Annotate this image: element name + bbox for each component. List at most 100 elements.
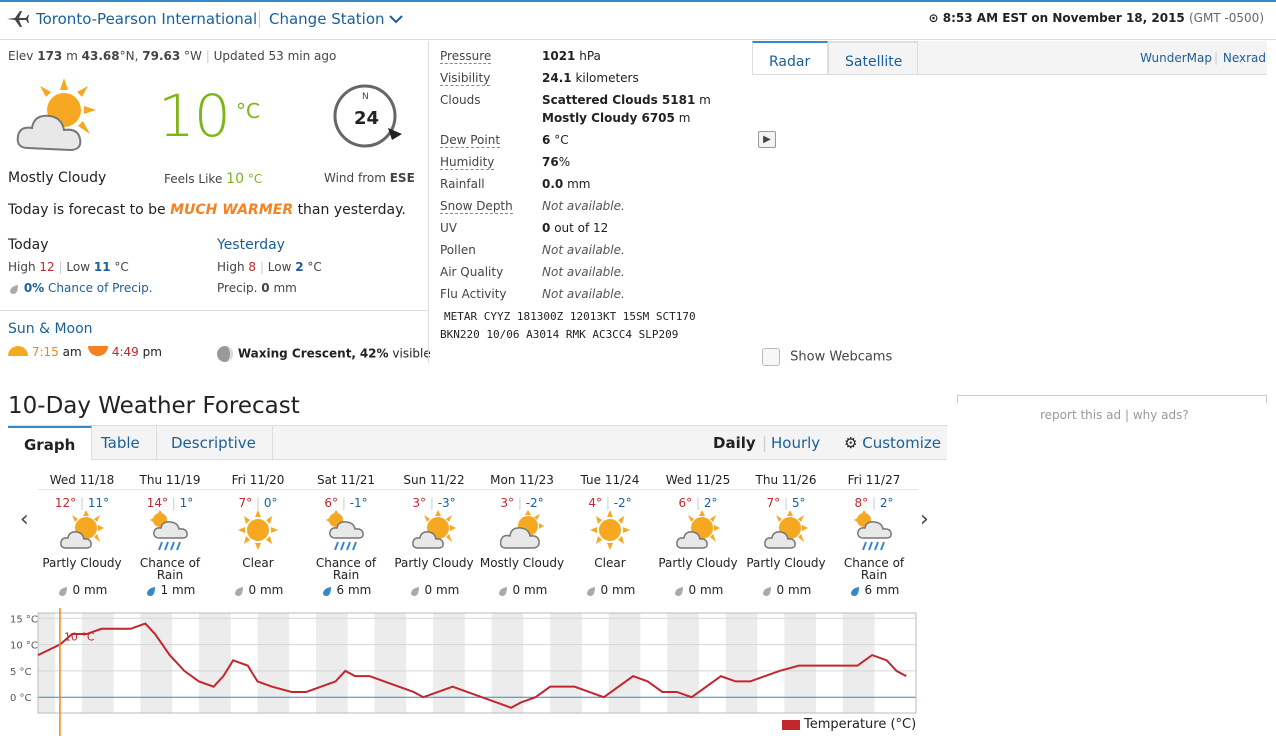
day-high: 12° [54,496,77,510]
day-high-low: 12° | 11° [54,496,110,510]
humidity-unit: % [558,155,571,169]
hourly-toggle[interactable]: Hourly [771,434,820,452]
compass-north-label: N [362,92,369,102]
forecast-comparison: Today is forecast to be MUCH WARMER than… [8,202,406,218]
change-station-button[interactable]: Change Station [269,10,404,28]
tab-graph[interactable]: Graph [8,426,93,460]
forecast-day: Wed 11/25 6° | 2° Partly Cloudy 0 mm [654,470,742,597]
day-condition: Partly Cloudy [42,556,122,570]
feels-like-label: Feels Like [164,172,223,186]
daily-toggle[interactable]: Daily [713,434,756,452]
day-condition: Partly Cloudy [394,556,474,570]
customize-label: Customize [862,434,941,452]
rainfall-number: 0.0 [542,177,564,191]
partly-cloudy-icon [764,510,808,549]
day-precip: 0 mm [566,583,654,597]
legend-label: Temperature (°C) [804,717,917,732]
station-name-link[interactable]: Toronto-Pearson International [36,10,257,28]
sunrise-icon [8,346,28,356]
show-webcams-toggle[interactable]: Show Webcams [762,348,892,366]
moon-percent: 42% [359,346,389,361]
play-icon[interactable]: ▶ [758,131,776,148]
next-arrow-icon[interactable]: › [920,507,929,532]
humidity-value: 76% [542,155,570,169]
day-high: 14° [146,496,168,510]
dew-point-label[interactable]: Dew Point [440,133,501,148]
sunrise: 7:15 am [8,345,82,359]
day-high: 7° [238,496,253,510]
dew-point-unit: °C [554,133,569,147]
marker-time-label: 9 am [64,608,92,609]
day-condition: Partly Cloudy [746,556,826,570]
forecast-emphasis: MUCH WARMER [170,202,294,218]
ad-frame [957,395,1267,403]
humidity-label[interactable]: Humidity [440,155,495,170]
raindrop-icon [586,586,595,596]
day-name: Thu 11/19 [126,470,214,490]
divider [259,10,260,28]
day-name: Mon 11/23 [478,470,566,490]
moon-visible-label: visible [392,346,431,361]
forecast-day: Wed 11/18 12° | 11° Partly Cloudy 0 mm [38,470,126,597]
pollen-label: Pollen [440,243,476,257]
rain-icon [150,510,188,551]
tab-radar[interactable]: Radar [752,41,828,75]
sun-moon-heading[interactable]: Sun & Moon [8,321,93,337]
air-quality-text: Not available. [542,265,625,279]
tab-descriptive[interactable]: Descriptive [155,426,273,460]
raindrop-icon [10,284,18,294]
moon-phase: Waxing Crescent, 42% visible [216,345,431,363]
sunset-icon [88,346,108,356]
report-ad-link[interactable]: report this ad | why ads? [1040,408,1189,422]
raindrop-icon [322,586,331,596]
visibility-value: 24.1 kilometers [542,71,639,85]
wundermap-link[interactable]: WunderMap [1140,51,1212,65]
clouds-layer-1: Scattered Clouds 5181 m [542,93,711,107]
feels-like-unit: °C [247,172,263,186]
forecast-day: Fri 11/27 8° | 2° Chance of Rain 6 mm [830,470,918,597]
customize-button[interactable]: ⚙ Customize [844,434,941,452]
feels-like-value: 10 [226,171,244,187]
current-condition: Mostly Cloudy [8,170,107,186]
day-precip: 0 mm [390,583,478,597]
divider: | [1213,51,1218,65]
yesterday-heading[interactable]: Yesterday [217,237,285,253]
today-unit: °C [114,260,129,274]
night-band [842,613,875,713]
pressure-value: 1021 hPa [542,49,601,63]
today-low: 11 [93,260,111,274]
nexrad-link[interactable]: Nexrad [1223,51,1266,65]
pressure-label[interactable]: Pressure [440,49,492,64]
uv-label: UV [440,221,457,235]
forecast-pre: Today is forecast to be [8,202,166,218]
forecast-day: Mon 11/23 3° | -2° Mostly Cloudy 0 mm [478,470,566,597]
forecast-day: Sat 11/21 6° | -1° Chance of Rain 6 mm [302,470,390,597]
day-name: Sun 11/22 [390,470,478,490]
clouds-layer-1-text: Scattered Clouds 5181 [542,93,696,107]
yesterday-low-label: Low [267,260,292,274]
day-low: 5° [791,496,806,510]
day-name: Sat 11/21 [302,470,390,490]
uv-value: 0 out of 12 [542,221,608,235]
tab-satellite[interactable]: Satellite [828,41,918,75]
day-low: 2° [879,496,894,510]
dew-point-number: 6 [542,133,551,147]
day-low: 1° [179,496,194,510]
day-high: 6° [678,496,693,510]
snow-depth-label[interactable]: Snow Depth [440,199,513,214]
sunrise-time: 7:15 [31,345,59,359]
day-precip: 0 mm [214,583,302,597]
day-high-low: 8° | 2° [854,496,894,510]
yesterday-high-label: High [217,260,245,274]
webcams-checkbox[interactable] [762,348,780,366]
today-precip-chance[interactable]: 0% Chance of Precip. [8,281,153,295]
yesterday-precip-label: Precip. [217,281,258,295]
night-band [257,613,290,713]
divider [0,310,428,311]
tab-table[interactable]: Table [85,426,157,460]
divider: | [762,434,768,452]
mostly-cloudy-icon [499,510,544,549]
previous-arrow-icon[interactable]: ‹ [20,507,29,532]
visibility-label[interactable]: Visibility [440,71,491,86]
metar-line-2: BKN220 10/06 A3014 RMK AC3CC4 SLP209 [440,328,679,341]
